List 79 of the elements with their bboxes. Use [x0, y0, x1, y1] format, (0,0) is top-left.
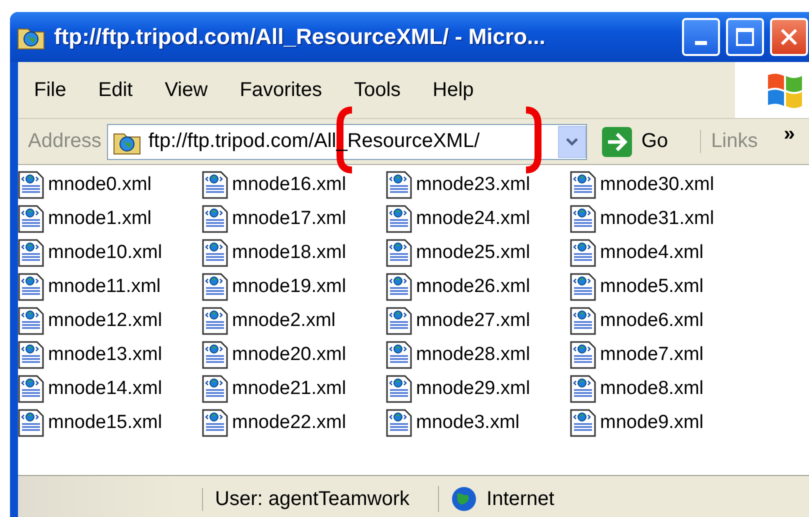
file-name[interactable]: mnode15.xml: [48, 412, 162, 434]
file-name[interactable]: mnode22.xml: [232, 412, 346, 434]
xml-file-icon: [202, 273, 228, 301]
file-name[interactable]: mnode14.xml: [48, 378, 162, 400]
menu-item[interactable]: Tools: [338, 78, 417, 102]
xml-file-icon: [202, 341, 228, 369]
user-status: User: agentTeamwork: [202, 488, 438, 510]
xml-file-icon: [570, 239, 596, 267]
xml-file-icon: [570, 341, 596, 369]
xml-file-icon: [570, 409, 596, 437]
menu-item[interactable]: View: [148, 78, 224, 102]
file-name[interactable]: mnode18.xml: [232, 242, 346, 264]
address-label: Address: [27, 130, 102, 153]
more-button[interactable]: »: [784, 123, 795, 146]
file-name[interactable]: mnode19.xml: [232, 276, 346, 298]
maximize-button[interactable]: [726, 18, 764, 56]
menu-item[interactable]: Favorites: [224, 78, 338, 102]
file-name[interactable]: mnode9.xml: [600, 412, 704, 434]
xml-file-icon: [202, 171, 228, 199]
file-name[interactable]: mnode21.xml: [232, 378, 346, 400]
file-name[interactable]: mnode0.xml: [48, 174, 152, 196]
xml-file-icon: [386, 375, 412, 403]
file-name[interactable]: mnode25.xml: [416, 242, 530, 264]
xml-file-icon: [202, 409, 228, 437]
xml-file-icon: [570, 205, 596, 233]
xml-file-icon: [386, 171, 412, 199]
file-name[interactable]: mnode8.xml: [600, 378, 704, 400]
globe-icon: [450, 486, 477, 512]
zone-label: Internet: [486, 488, 554, 510]
maximize-icon: [735, 27, 755, 47]
xml-file-icon: [386, 341, 412, 369]
xml-file-icon: [386, 239, 412, 267]
xml-file-icon: [386, 409, 412, 437]
arrow-right-icon: [601, 126, 634, 158]
xml-file-icon: [386, 205, 412, 233]
xml-file-icon: [386, 273, 412, 301]
file-name[interactable]: mnode4.xml: [600, 242, 704, 264]
file-name[interactable]: mnode1.xml: [48, 208, 152, 230]
file-name[interactable]: mnode24.xml: [416, 208, 530, 230]
menu-item[interactable]: File: [18, 78, 82, 102]
file-name[interactable]: mnode3.xml: [416, 412, 520, 434]
xml-file-icon: [570, 375, 596, 403]
file-name[interactable]: mnode29.xml: [416, 378, 530, 400]
file-name[interactable]: mnode10.xml: [48, 242, 162, 264]
xml-file-icon: [202, 307, 228, 335]
file-name[interactable]: mnode31.xml: [600, 208, 714, 230]
dropdown-button[interactable]: [558, 126, 586, 158]
file-name[interactable]: mnode5.xml: [600, 276, 704, 298]
file-name[interactable]: mnode28.xml: [416, 344, 530, 366]
minimize-icon: [695, 41, 707, 45]
file-name[interactable]: mnode6.xml: [600, 310, 704, 332]
xml-file-icon: [570, 307, 596, 335]
chevron-down-icon: [565, 136, 580, 146]
file-name[interactable]: mnode30.xml: [600, 174, 714, 196]
xml-file-icon: [570, 273, 596, 301]
xml-file-icon: [386, 307, 412, 335]
window-title: ftp://ftp.tripod.com/All_ResourceXML/ - Micro...: [54, 24, 546, 50]
close-button[interactable]: [770, 18, 808, 56]
file-name[interactable]: mnode7.xml: [600, 344, 704, 366]
file-name[interactable]: mnode17.xml: [232, 208, 346, 230]
close-icon: [779, 27, 799, 47]
file-name[interactable]: mnode11.xml: [48, 276, 161, 298]
file-name[interactable]: mnode26.xml: [416, 276, 530, 298]
go-button[interactable]: Go: [593, 124, 676, 160]
file-name[interactable]: mnode27.xml: [416, 310, 530, 332]
file-name[interactable]: mnode2.xml: [232, 310, 336, 332]
xml-file-icon: [570, 171, 596, 199]
file-name[interactable]: mnode23.xml: [416, 174, 530, 196]
bracket-drawing: [524, 106, 542, 174]
xml-file-icon: [202, 375, 228, 403]
minimize-button[interactable]: [682, 18, 720, 56]
xml-file-icon: [202, 239, 228, 267]
menu-item[interactable]: Edit: [82, 78, 149, 102]
file-name[interactable]: mnode16.xml: [232, 174, 346, 196]
file-name[interactable]: mnode12.xml: [48, 310, 162, 332]
file-name[interactable]: mnode13.xml: [48, 344, 162, 366]
menu-item[interactable]: Help: [416, 78, 490, 102]
xml-file-icon: [202, 205, 228, 233]
file-name[interactable]: mnode20.xml: [232, 344, 346, 366]
